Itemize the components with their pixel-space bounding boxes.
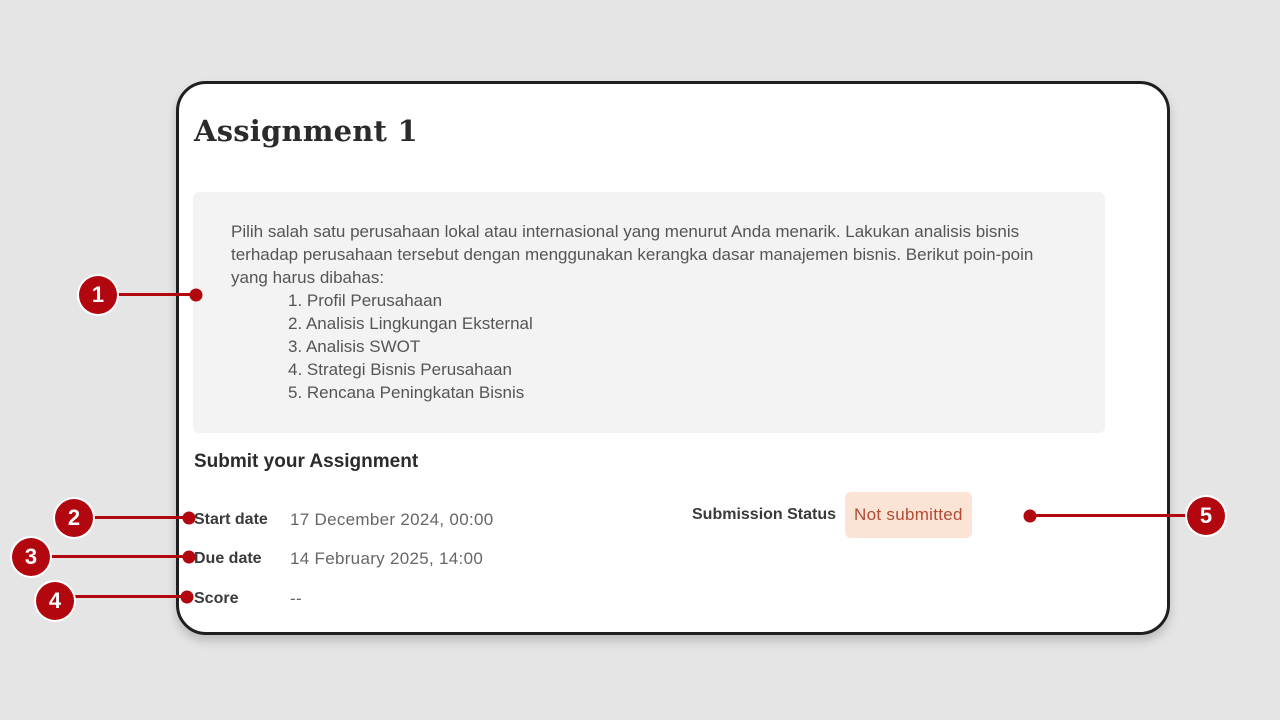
due-date-row: Due date 14 February 2025, 14:00: [194, 549, 483, 569]
score-value: --: [290, 589, 302, 608]
callout-5-badge: 5: [1187, 497, 1225, 535]
list-item: 1. Profil Perusahaan: [288, 291, 443, 310]
list-item: 2. Analisis Lingkungan Eksternal: [288, 314, 533, 333]
callout-4-line: [55, 595, 187, 598]
callout-4-dot: [180, 590, 194, 604]
start-date-value: 17 December 2024, 00:00: [290, 510, 494, 529]
start-date-label: Start date: [194, 511, 268, 528]
assignment-card: Assignment 1 Pilih salah satu perusahaan…: [176, 81, 1170, 635]
callout-1-dot: [189, 288, 203, 302]
screen: Assignment 1 Pilih salah satu perusahaan…: [0, 0, 1280, 720]
score-row: Score --: [194, 589, 302, 609]
callout-4-badge: 4: [36, 582, 74, 620]
status-badge: Not submitted: [845, 492, 972, 538]
callout-3-dot: [182, 550, 196, 564]
submission-status-label: Submission Status: [692, 506, 837, 523]
submit-heading: Submit your Assignment: [194, 451, 419, 472]
callout-2-dot: [182, 511, 196, 525]
callout-5-dot: [1023, 509, 1037, 523]
callout-3-badge: 3: [12, 538, 50, 576]
submission-status: Submission Status Not submitted: [692, 492, 972, 538]
list-item: 3. Analisis SWOT: [288, 337, 421, 356]
assignment-points-list: 1. Profil Perusahaan 2. Analisis Lingkun…: [231, 289, 1067, 404]
assignment-description: Pilih salah satu perusahaan lokal atau i…: [231, 222, 1034, 287]
due-date-label: Due date: [194, 550, 262, 567]
callout-5-line: [1030, 514, 1206, 517]
score-label: Score: [194, 590, 239, 607]
callout-1-badge: 1: [79, 276, 117, 314]
list-item: 5. Rencana Peningkatan Bisnis: [288, 383, 525, 402]
assignment-title: Assignment 1: [194, 114, 418, 148]
callout-2-badge: 2: [55, 499, 93, 537]
callout-3-line: [31, 555, 189, 558]
start-date-row: Start date 17 December 2024, 00:00: [194, 510, 493, 530]
list-item: 4. Strategi Bisnis Perusahaan: [288, 360, 512, 379]
due-date-value: 14 February 2025, 14:00: [290, 549, 484, 568]
assignment-description-box: Pilih salah satu perusahaan lokal atau i…: [193, 192, 1105, 433]
